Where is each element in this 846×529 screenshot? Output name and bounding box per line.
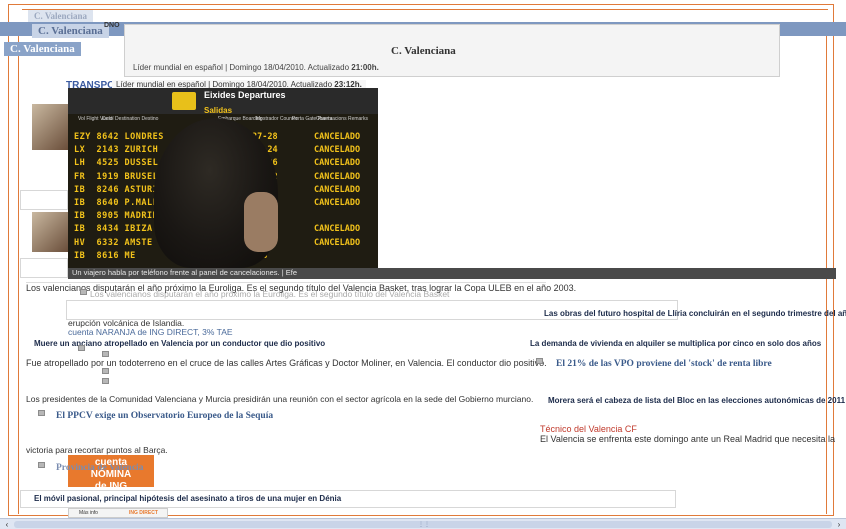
bullet-icon [102,378,109,384]
ppcv-headline[interactable]: El PPCV exige un Observatorio Europeo de… [56,411,273,421]
bullet-icon [536,358,543,364]
board-row-flight: FR 1919 BRUSELA [74,171,164,182]
bullet-icon [38,462,45,468]
side-card-2 [20,258,68,278]
photo-caption: Un viajero habla por teléfono frente al … [72,268,298,277]
airplane-icon [172,92,196,110]
bullet-icon [80,289,87,295]
ing-mini-banner[interactable]: Más info ING DIRECT [68,508,168,518]
victoria-text: victoria para recortar puntos al Barça. [26,445,168,455]
horizontal-scrollbar[interactable]: ‹ ⋮⋮ › [0,518,846,529]
header-dateline: Líder mundial en español | Domingo 18/04… [133,63,379,72]
bullet-icon [102,368,109,374]
board-row-status: CANCELADO [314,171,361,182]
board-row-status: CANCELADO [314,198,361,208]
bullet-icon [78,345,85,351]
scroll-left-arrow-icon[interactable]: ‹ [2,520,12,529]
frame-line-top [22,9,828,10]
scrollbar-grip-icon: ⋮⋮ [418,522,430,528]
thumbnail-photo-1[interactable] [32,104,68,150]
board-col-destination: Destí Destination Destino [102,116,159,122]
tecnico-text: El Valencia se enfrenta este domingo ant… [540,434,836,444]
atropellado-text: Fue atropellado por un todoterreno en el… [26,358,547,368]
thumbnail-photo-2[interactable] [32,212,68,252]
board-row-flight: EZY 8642 LONDRES [74,132,164,142]
board-row-flight: IB 8640 P.MALLO [74,198,164,208]
board-row-flight: IB 8905 MADRID [74,211,159,222]
movil-headline[interactable]: El móvil pasional, principal hipótesis d… [34,494,341,503]
header-time: 21:00h. [351,63,379,72]
board-row-status: CANCELADO [314,158,361,169]
ing-mini-more-info[interactable]: Más info [79,510,98,516]
tab-cvalenciana-top[interactable]: C. Valenciana [32,24,109,38]
presidentes-text: Los presidentes de la Comunidad Valencia… [26,394,534,404]
board-row-flight: HV 6332 AMSTE [74,237,153,248]
board-row-status: CANCELADO [314,145,361,156]
ing-naranja-link[interactable]: cuenta NARANJA de ING DIRECT, 3% TAE [68,327,233,337]
board-row-flight: IB 8434 IBIZA [74,224,153,235]
board-row-flight: LH 4525 DUSSEL [74,158,159,169]
header-box: C. Valenciana Líder mundial en español |… [124,24,780,77]
bullet-icon [102,351,109,357]
board-row-flight: LX 2143 ZURICH [74,145,159,156]
liria-headline[interactable]: Las obras del futuro hospital de Llíria … [544,309,846,318]
ing-mini-logo: ING DIRECT [129,510,158,516]
board-title: Eixides Departures [204,90,286,100]
main-photo[interactable]: Eixides Departures Salidas Vol Flight Vu… [68,88,378,268]
board-row-flight: IB 8616 ME [74,250,136,261]
vivienda-headline[interactable]: La demanda de vivienda en alquiler se mu… [530,339,821,348]
morera-headline[interactable]: Morera será el cabeza de lista del Bloc … [548,396,845,405]
header-title: C. Valenciana [391,45,456,57]
frame-inner-left [18,34,19,514]
board-col-remarks: Observacions Remarks [316,116,368,122]
board-header: Eixides Departures Salidas [68,88,378,115]
basket-text: Los valencianos disputarán el año próxim… [26,283,577,293]
bullet-icon [38,410,45,416]
tab-cvalenciana[interactable]: C. Valenciana [4,42,81,56]
top-fragment: DNO [104,22,120,29]
header-tagline: Líder mundial en español [133,63,223,72]
board-row-status: CANCELADO [314,237,361,248]
tecnico-headline[interactable]: Técnico del Valencia CF [540,424,637,434]
tab-cvalenciana-ghost[interactable]: C. Valenciana [28,10,94,22]
header-date: Domingo 18/04/2010. Actualizado [229,63,352,72]
board-row-status: CANCELADO [314,224,361,235]
vpo-headline[interactable]: El 21% de las VPO proviene del 'stock' d… [556,359,772,369]
board-row-status: CANCELADO [314,184,361,195]
side-card-1 [20,190,68,210]
board-row-flight: IB 8246 ASTURIA [74,184,164,195]
traveler-hand-phone [244,192,278,252]
ing-banner-line1: cuenta NÓMINA [90,457,132,480]
board-row-status: CANCELADO [314,132,361,142]
scroll-right-arrow-icon[interactable]: › [834,520,844,529]
